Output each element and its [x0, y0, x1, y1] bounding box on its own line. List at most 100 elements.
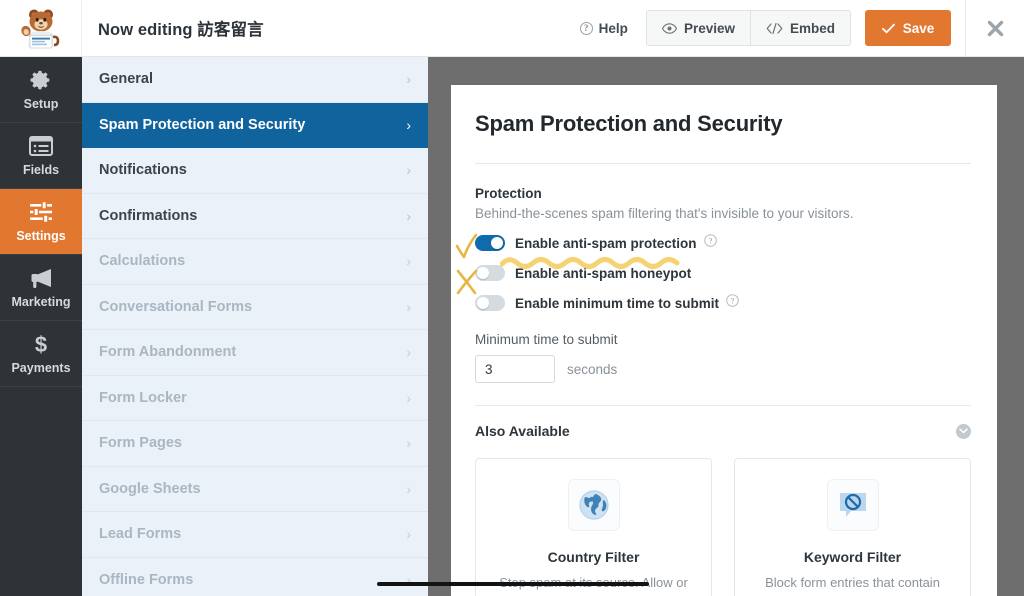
minimum-time-field-row: seconds — [475, 355, 971, 383]
list-layout-icon — [29, 134, 53, 158]
close-button[interactable] — [966, 0, 1024, 57]
menu-item-label: Notifications — [99, 162, 187, 179]
chevron-right-icon: › — [406, 253, 411, 270]
minimum-time-help-icon[interactable]: ? — [726, 294, 739, 312]
chevron-right-icon: › — [406, 389, 411, 406]
card-country-filter[interactable]: Country Filter Stop spam at its source. … — [475, 458, 712, 596]
rail-item-label: Payments — [11, 361, 71, 375]
rail-item-label: Settings — [16, 229, 66, 243]
chevron-right-icon: › — [406, 207, 411, 224]
menu-item-general[interactable]: General › — [82, 57, 428, 103]
top-toolbar: Now editing 訪客留言 ? Help Preview Embed Sa… — [0, 0, 1024, 57]
page-title: Now editing 訪客留言 — [98, 21, 264, 39]
card-title: Country Filter — [547, 549, 640, 565]
save-button[interactable]: Save — [865, 10, 951, 46]
check-icon — [881, 23, 895, 33]
menu-item-label: Form Locker — [99, 389, 187, 406]
dollar-sign-icon: $ — [32, 332, 50, 356]
help-button[interactable]: ? Help — [564, 21, 644, 36]
toggle-knob — [477, 267, 489, 279]
toggle-row-anti-spam-honeypot: Enable anti-spam honeypot — [475, 265, 971, 281]
menu-item-form-locker[interactable]: Form Locker › — [82, 376, 428, 421]
minimum-time-input[interactable] — [475, 355, 555, 383]
globe-icon — [567, 479, 620, 531]
toolbar-actions: ? Help Preview Embed Save — [564, 0, 1024, 57]
question-circle-icon: ? — [579, 21, 593, 35]
rail-item-fields[interactable]: Fields — [0, 123, 82, 189]
minimum-time-to-submit-toggle[interactable] — [475, 295, 505, 311]
anti-spam-protection-help-icon[interactable]: ? — [703, 234, 717, 252]
chevron-right-icon: › — [406, 526, 411, 543]
menu-item-offline-forms[interactable]: Offline Forms › — [82, 558, 428, 596]
card-title: Keyword Filter — [803, 549, 902, 565]
chevron-down-circle-icon[interactable] — [956, 423, 971, 439]
card-keyword-filter[interactable]: Keyword Filter Block form entries that c… — [734, 458, 971, 596]
menu-item-label: Form Pages — [99, 435, 182, 452]
save-button-label: Save — [902, 20, 935, 36]
also-available-cards: Country Filter Stop spam at its source. … — [475, 458, 971, 596]
settings-menu-list: General › Spam Protection and Security ›… — [82, 57, 428, 596]
chevron-right-icon: › — [406, 71, 411, 88]
menu-item-label: Confirmations — [99, 207, 198, 224]
menu-item-google-sheets[interactable]: Google Sheets › — [82, 467, 428, 512]
gear-icon — [29, 68, 53, 92]
app-logo[interactable] — [0, 0, 82, 57]
toggle-label: Enable minimum time to submit — [515, 295, 720, 311]
menu-item-label: Lead Forms — [99, 526, 182, 543]
card-description: Stop spam at its source. Allow or deny e… — [499, 575, 688, 596]
chevron-right-icon: › — [406, 298, 411, 315]
menu-item-form-pages[interactable]: Form Pages › — [82, 421, 428, 467]
minimum-time-field-label: Minimum time to submit — [475, 332, 618, 347]
wpforms-mascot-logo-icon — [20, 9, 59, 49]
card-description: Block form entries that contain specific… — [765, 575, 940, 596]
menu-item-label: General — [99, 71, 153, 88]
toggle-knob — [477, 297, 489, 309]
svg-text:?: ? — [708, 236, 712, 246]
title-divider — [475, 163, 971, 164]
rail-item-settings[interactable]: Settings — [0, 189, 82, 255]
menu-item-calculations[interactable]: Calculations › — [82, 239, 428, 285]
minimum-time-unit-label: seconds — [567, 361, 618, 377]
toggle-row-minimum-time-to-submit: Enable minimum time to submit ? — [475, 294, 971, 312]
also-available-divider — [475, 405, 971, 406]
code-brackets-icon — [766, 22, 783, 34]
chevron-right-icon: › — [406, 480, 411, 497]
preview-embed-group: Preview Embed — [645, 10, 851, 46]
menu-item-label: Google Sheets — [99, 480, 201, 497]
chevron-right-icon: › — [406, 435, 411, 452]
preview-button-label: Preview — [683, 20, 735, 36]
anti-spam-protection-toggle[interactable] — [475, 235, 505, 251]
rail-item-label: Marketing — [11, 295, 71, 309]
app-window: Now editing 訪客留言 ? Help Preview Embed Sa… — [0, 0, 1024, 596]
menu-item-label: Conversational Forms — [99, 298, 253, 315]
menu-item-lead-forms[interactable]: Lead Forms › — [82, 512, 428, 558]
anti-spam-honeypot-toggle[interactable] — [475, 265, 505, 281]
rail-item-label: Setup — [23, 97, 59, 111]
chevron-right-icon: › — [406, 162, 411, 179]
rail-item-setup[interactable]: Setup — [0, 57, 82, 123]
svg-text:$: $ — [35, 332, 47, 356]
menu-item-label: Spam Protection and Security — [99, 116, 306, 133]
embed-button[interactable]: Embed — [749, 10, 851, 46]
rail-item-payments[interactable]: $ Payments — [0, 321, 82, 387]
sliders-icon — [29, 200, 53, 224]
menu-item-conversational-forms[interactable]: Conversational Forms › — [82, 285, 428, 330]
menu-item-label: Offline Forms — [99, 571, 194, 588]
primary-nav-rail: Setup Fields Settings Marketing $ Paymen… — [0, 57, 82, 596]
chevron-right-icon: › — [406, 571, 411, 588]
also-available-header: Also Available — [475, 423, 971, 439]
blocked-speech-bubble-icon — [826, 479, 879, 531]
rail-item-label: Fields — [22, 163, 60, 177]
preview-button[interactable]: Preview — [645, 10, 750, 46]
toggle-row-anti-spam-protection: Enable anti-spam protection ? — [475, 234, 971, 252]
menu-item-form-abandonment[interactable]: Form Abandonment › — [82, 330, 428, 376]
also-available-heading: Also Available — [475, 423, 570, 439]
menu-item-spam-protection-and-security[interactable]: Spam Protection and Security › — [82, 102, 428, 148]
toggle-label: Enable anti-spam protection — [515, 235, 697, 251]
megaphone-icon — [28, 266, 54, 290]
menu-item-confirmations[interactable]: Confirmations › — [82, 194, 428, 239]
menu-item-notifications[interactable]: Notifications › — [82, 148, 428, 194]
rail-item-marketing[interactable]: Marketing — [0, 255, 82, 321]
protection-section-heading: Protection — [475, 186, 542, 201]
embed-button-label: Embed — [789, 20, 835, 36]
